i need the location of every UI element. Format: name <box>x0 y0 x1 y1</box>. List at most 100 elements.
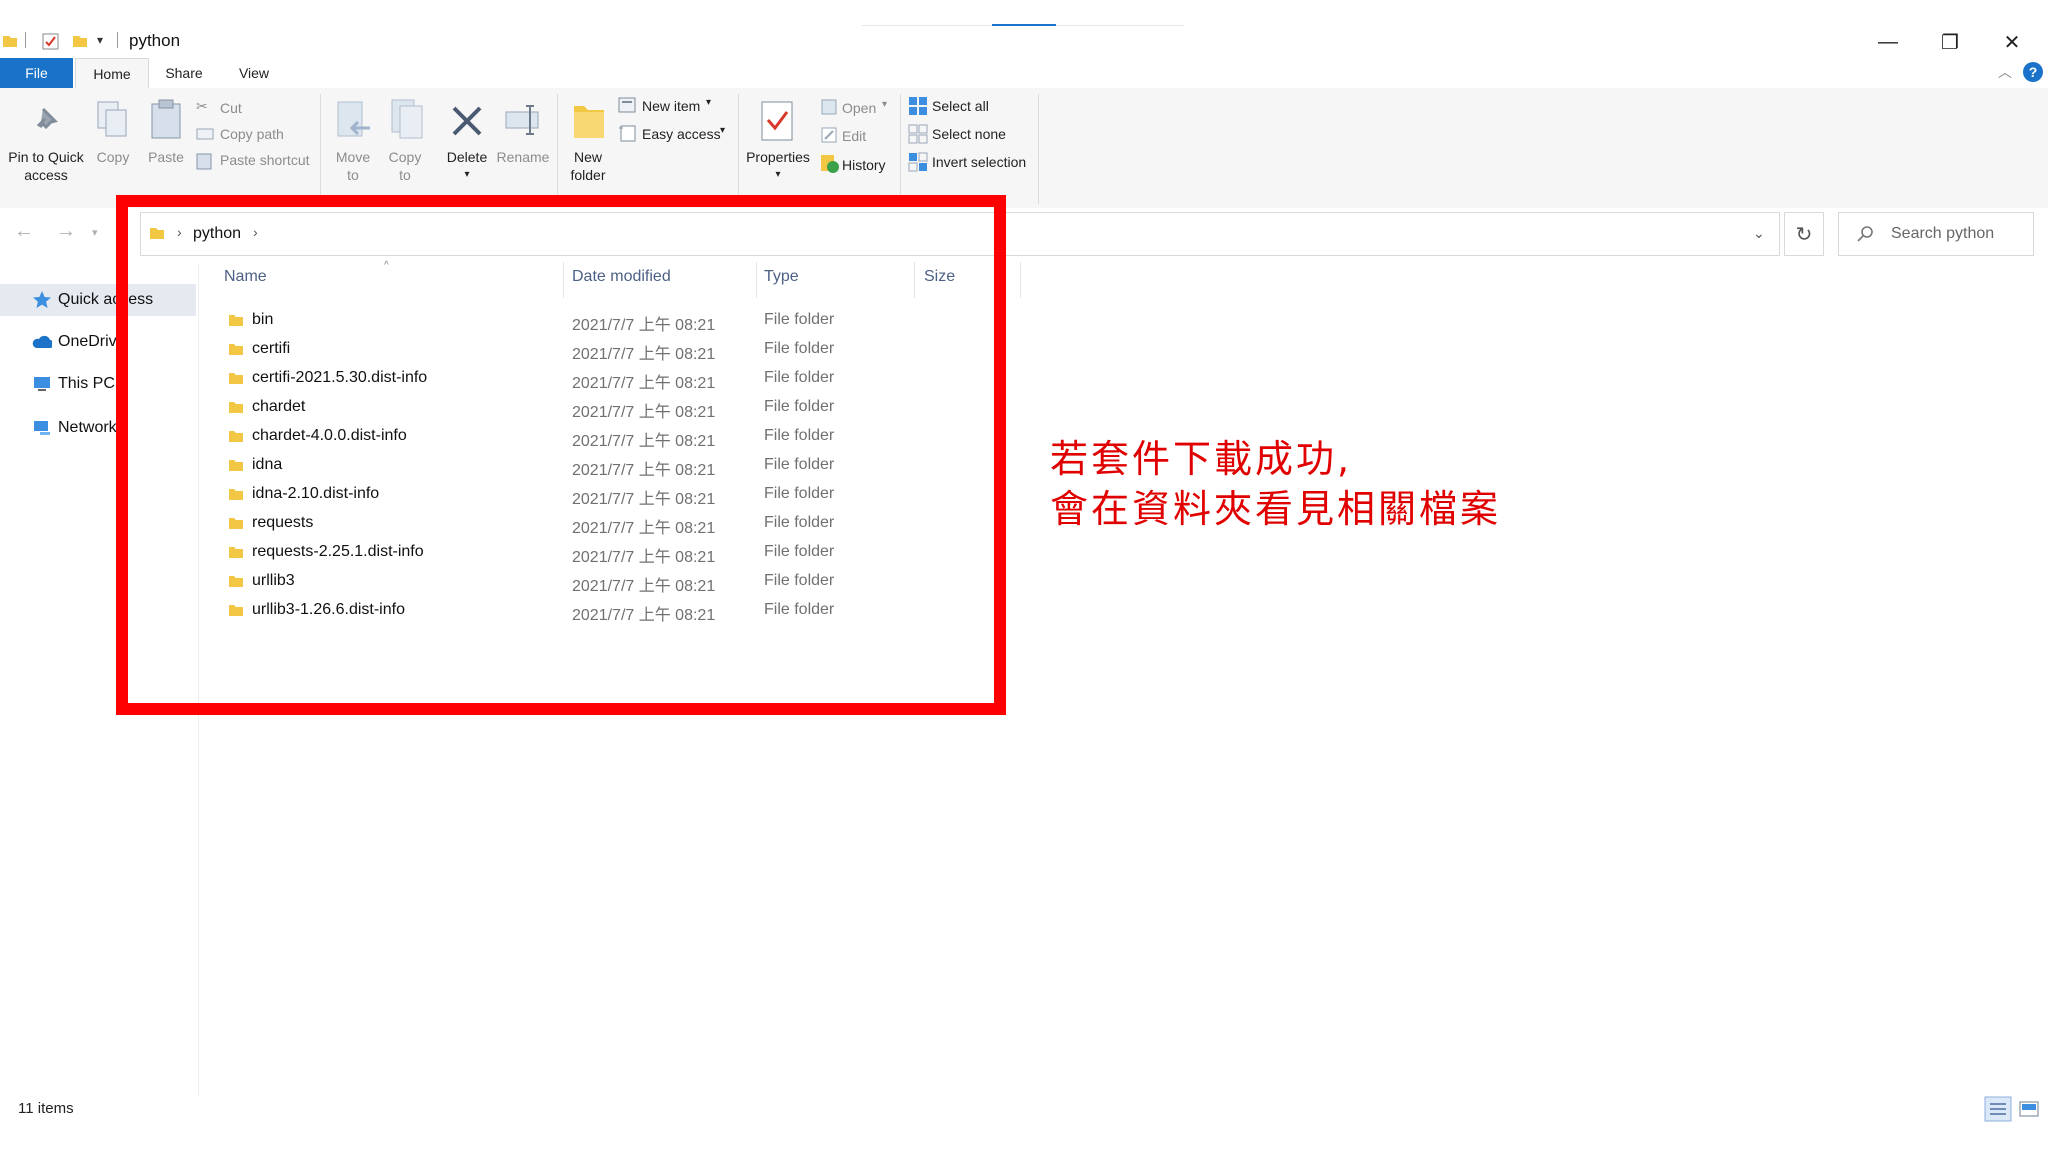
paste-shortcut-label: Paste shortcut <box>220 152 310 168</box>
copy-to-label-1: Copy <box>388 149 422 165</box>
delete-label: Delete <box>446 149 488 165</box>
easy-access-dropdown-icon: ▾ <box>720 125 726 136</box>
select-all-label: Select all <box>932 98 989 114</box>
move-to-icon <box>337 101 370 137</box>
paste-shortcut-button[interactable]: Paste shortcut <box>196 150 316 172</box>
paste-icon <box>151 99 181 139</box>
paste-button[interactable]: Paste <box>144 94 188 174</box>
select-none-icon <box>908 124 928 144</box>
cut-button[interactable]: ✂ Cut <box>196 98 306 120</box>
tab-view[interactable]: View <box>224 58 284 88</box>
computer-icon <box>34 377 50 391</box>
properties-checkbox-icon[interactable] <box>42 33 60 51</box>
move-to-label-2: to <box>347 167 359 183</box>
title-bar: ▾ python — ❐ ✕ <box>0 0 2048 60</box>
annotation-line-1: 若套件下載成功, <box>1050 437 1353 481</box>
move-to-label-1: Move <box>335 149 371 165</box>
new-item-dropdown-icon: ▾ <box>706 97 712 108</box>
help-icon[interactable]: ? <box>2022 61 2044 83</box>
copy-path-icon <box>196 128 214 140</box>
ribbon-home: Pin to Quick access Copy Paste ✂ Cut Cop… <box>0 88 2048 209</box>
collapse-ribbon-icon[interactable]: ︿ <box>1998 62 2012 82</box>
edit-button[interactable]: Edit <box>818 126 898 148</box>
window-title: python <box>129 31 181 50</box>
open-dropdown-icon: ▾ <box>882 99 888 110</box>
invert-selection-button[interactable]: Invert selection <box>908 152 1038 174</box>
rename-label: Rename <box>496 149 550 165</box>
tab-share[interactable]: Share <box>152 58 216 88</box>
group-separator <box>320 94 321 204</box>
pin-to-quick-access-button[interactable]: Pin to Quick access <box>4 94 88 198</box>
delete-button[interactable]: Delete ▾ <box>442 94 492 194</box>
rename-button[interactable]: Rename <box>494 94 552 174</box>
folder-icon <box>3 36 17 47</box>
new-folder-icon <box>574 106 604 138</box>
pin-label-2: access <box>24 167 68 183</box>
cloud-icon <box>32 335 52 348</box>
search-icon <box>1857 226 1873 242</box>
quick-access-toolbar-dropdown-icon[interactable]: ▾ <box>97 33 103 47</box>
easy-access-label: Easy access <box>642 126 721 142</box>
edit-icon <box>821 127 837 143</box>
new-item-label: New item <box>642 98 701 114</box>
properties-dropdown-icon[interactable]: ▾ <box>744 166 812 184</box>
recent-locations-icon[interactable]: ▾ <box>92 226 98 239</box>
invert-selection-label: Invert selection <box>932 154 1027 170</box>
svg-text:?: ? <box>2029 64 2038 80</box>
new-item-button[interactable]: New item ▾ <box>618 96 738 118</box>
open-button[interactable]: Open ▾ <box>818 98 908 120</box>
network-icon <box>34 421 50 435</box>
select-all-button[interactable]: Select all <box>908 96 1038 118</box>
new-folder-icon[interactable] <box>72 33 88 49</box>
delete-icon <box>452 106 482 136</box>
details-view-icon[interactable] <box>1984 1096 2012 1122</box>
search-input[interactable]: Search python <box>1838 212 2034 256</box>
annotation-line-2: 會在資料夾看見相關檔案 <box>1050 487 1502 531</box>
pin-label-1: Pin to Quick <box>8 149 84 165</box>
loading-bar-indicator <box>992 24 1056 26</box>
copy-icon <box>97 101 127 137</box>
select-none-label: Select none <box>932 126 1006 142</box>
copy-to-icon <box>391 99 423 139</box>
copy-to-button[interactable]: Copy to <box>382 94 428 194</box>
properties-button[interactable]: Properties ▾ <box>744 94 812 194</box>
large-icons-view-icon[interactable] <box>2018 1099 2040 1119</box>
new-folder-label-2: folder <box>570 167 606 183</box>
ribbon-tabs: File Home Share View ︿ ? <box>0 58 2048 89</box>
select-none-button[interactable]: Select none <box>908 124 1038 146</box>
properties-icon <box>761 101 793 141</box>
pin-icon <box>36 107 58 130</box>
new-folder-button[interactable]: New folder <box>566 94 610 194</box>
easy-access-icon <box>619 125 636 142</box>
back-arrow-icon[interactable]: ← <box>14 220 34 243</box>
group-separator <box>557 94 558 204</box>
delete-dropdown-icon[interactable]: ▾ <box>442 166 492 184</box>
copy-button[interactable]: Copy <box>92 94 134 174</box>
column-divider[interactable] <box>1020 262 1021 298</box>
invert-selection-icon <box>908 152 928 172</box>
open-icon <box>821 99 837 115</box>
copy-to-label-2: to <box>399 167 411 183</box>
tab-home[interactable]: Home <box>75 58 149 88</box>
nav-label: This PC <box>58 375 115 392</box>
copy-path-button[interactable]: Copy path <box>196 124 306 146</box>
forward-arrow-icon[interactable]: → <box>56 220 76 243</box>
star-icon <box>33 291 51 308</box>
move-to-button[interactable]: Move to <box>330 94 376 194</box>
refresh-button[interactable]: ↻ <box>1784 212 1824 256</box>
tab-file[interactable]: File <box>0 58 73 88</box>
easy-access-button[interactable]: Easy access ▾ <box>618 124 748 146</box>
history-icon <box>821 155 839 173</box>
highlight-box <box>116 195 1006 715</box>
group-separator <box>1038 94 1039 204</box>
group-separator <box>900 94 901 204</box>
history-label: History <box>842 157 886 173</box>
divider <box>25 32 26 48</box>
history-button[interactable]: History <box>818 154 908 176</box>
scissors-icon: ✂ <box>196 98 208 114</box>
paste-label: Paste <box>148 149 184 165</box>
cut-label: Cut <box>220 100 242 116</box>
status-bar: 11 items <box>0 1096 2048 1152</box>
chevron-down-icon[interactable]: ⌄ <box>1753 225 1765 242</box>
new-folder-label-1: New <box>573 149 602 165</box>
